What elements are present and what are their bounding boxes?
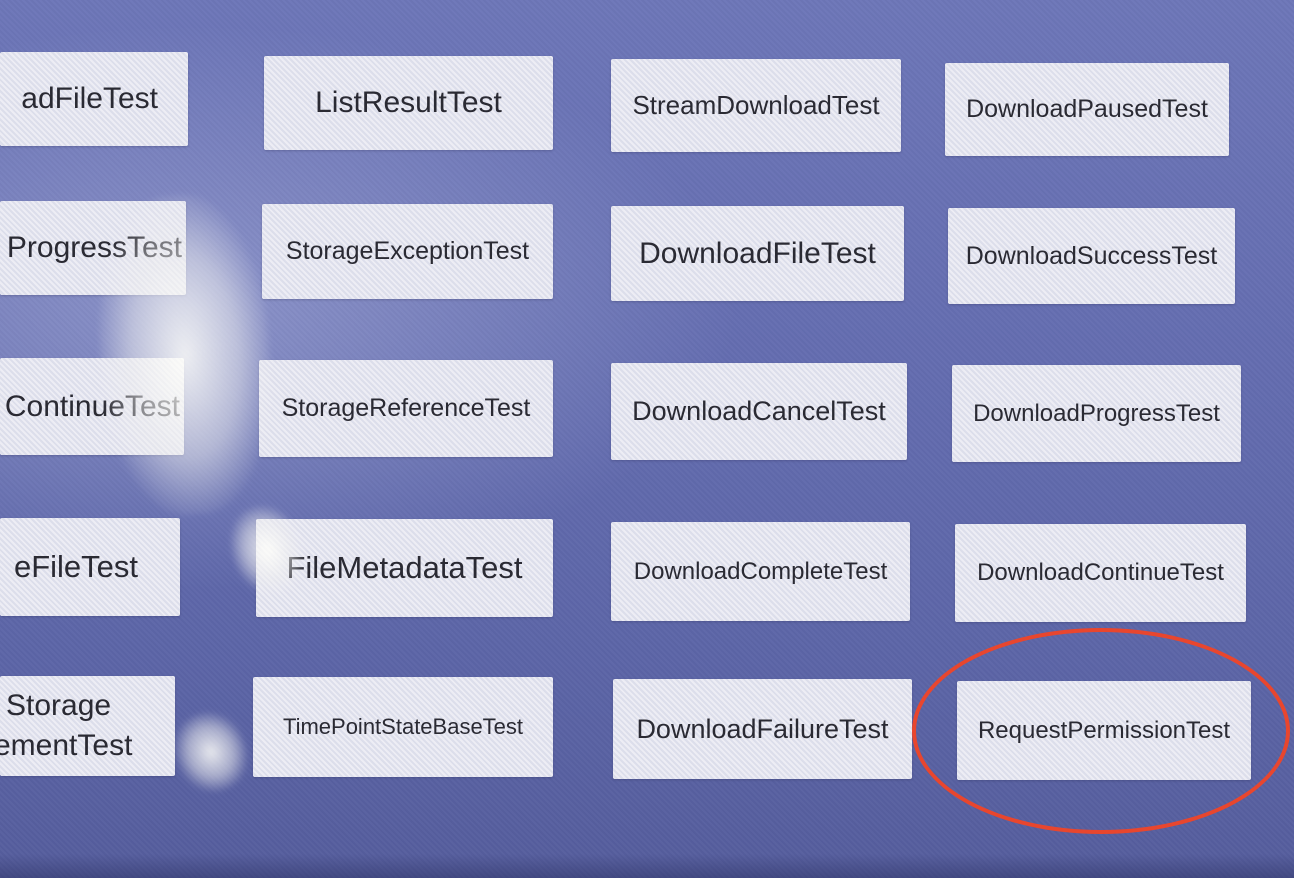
test-button-listresulttest[interactable]: ListResultTest <box>264 56 553 150</box>
test-button-downloadcanceltest[interactable]: DownloadCancelTest <box>611 363 907 460</box>
test-button-storageexceptiontest[interactable]: StorageExceptionTest <box>262 204 553 299</box>
test-button-label: ProgressTest <box>6 231 182 264</box>
test-button-downloadfiletest[interactable]: DownloadFileTest <box>611 206 904 301</box>
test-button-timepointstatebasetest[interactable]: TimePointStateBaseTest <box>253 677 553 777</box>
test-button-storage-managementtest[interactable]: Storage ementTest <box>0 676 175 776</box>
test-button-label: adFileTest <box>21 82 158 115</box>
test-button-label: StorageReferenceTest <box>281 394 531 422</box>
test-button-label: DownloadProgressTest <box>973 399 1220 427</box>
test-button-downloadcontinuetest[interactable]: DownloadContinueTest <box>955 524 1246 622</box>
test-button-downloadpausedtest[interactable]: DownloadPausedTest <box>945 63 1229 156</box>
test-button-progresstest[interactable]: ProgressTest <box>0 201 186 295</box>
test-button-efiletest[interactable]: eFileTest <box>0 518 180 616</box>
test-button-label: DownloadFileTest <box>639 236 876 270</box>
test-button-label: ContinueTest <box>4 389 180 423</box>
test-button-storagereferencetest[interactable]: StorageReferenceTest <box>259 360 553 457</box>
test-button-label: StreamDownloadTest <box>632 90 880 120</box>
test-button-label-line2: ementTest <box>0 729 133 762</box>
test-button-label: DownloadFailureTest <box>636 713 889 744</box>
test-button-label: TimePointStateBaseTest <box>282 714 524 739</box>
test-button-label-line1: Storage <box>6 689 112 722</box>
test-button-downloadcompletetest[interactable]: DownloadCompleteTest <box>611 522 910 621</box>
test-button-label: FileMetadataTest <box>286 550 523 585</box>
test-button-downloadprogresstest[interactable]: DownloadProgressTest <box>952 365 1241 462</box>
test-button-requestpermissiontest[interactable]: RequestPermissionTest <box>957 681 1251 780</box>
test-button-label: DownloadCompleteTest <box>633 557 888 585</box>
test-button-label: DownloadContinueTest <box>977 559 1224 586</box>
test-button-filemetadatatest[interactable]: FileMetadataTest <box>256 519 553 617</box>
test-button-label: DownloadSuccessTest <box>965 241 1218 270</box>
test-button-label: RequestPermissionTest <box>977 716 1231 744</box>
test-button-downloadsuccesstest[interactable]: DownloadSuccessTest <box>948 208 1235 304</box>
test-button-downloadfailuretest[interactable]: DownloadFailureTest <box>613 679 912 779</box>
test-button-label: eFileTest <box>13 549 138 584</box>
test-button-adfiletest[interactable]: adFileTest <box>0 52 188 146</box>
screen-bottom-edge <box>0 854 1294 878</box>
test-button-label: DownloadPausedTest <box>966 95 1208 123</box>
test-button-streamdownloadtest[interactable]: StreamDownloadTest <box>611 59 901 152</box>
test-button-label: StorageExceptionTest <box>285 237 530 265</box>
test-button-label: ListResultTest <box>315 86 502 119</box>
screen-glare <box>162 700 260 804</box>
test-button-continuetest[interactable]: ContinueTest <box>0 358 184 455</box>
test-button-label: DownloadCancelTest <box>632 396 886 426</box>
